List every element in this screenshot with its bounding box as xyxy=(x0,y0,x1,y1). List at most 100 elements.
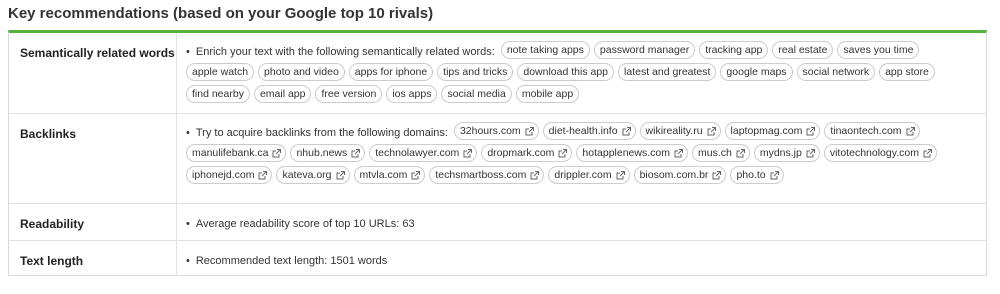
keyword-chip[interactable]: ios apps xyxy=(386,85,438,103)
domain-chip[interactable]: pho.to xyxy=(730,166,784,184)
keyword-chip-label: email app xyxy=(259,88,306,100)
keyword-chip-label: tracking app xyxy=(705,44,763,56)
external-link-icon[interactable] xyxy=(463,149,473,158)
keyword-chip[interactable]: google maps xyxy=(720,63,793,81)
domain-chip[interactable]: iphonejd.com xyxy=(186,166,273,184)
domain-chip-label: mydns.jp xyxy=(759,147,802,159)
domain-chip[interactable]: manulifebank.ca xyxy=(186,144,287,162)
external-link-icon[interactable] xyxy=(923,149,932,158)
domain-chip[interactable]: mydns.jp xyxy=(753,144,820,162)
domain-chip[interactable]: 32hours.com xyxy=(453,122,539,140)
domain-chip-label: nhub.news xyxy=(296,147,348,159)
keyword-chip-label: social network xyxy=(802,66,870,78)
keyword-chip-label: real estate xyxy=(778,44,828,56)
keyword-chip[interactable]: email app xyxy=(253,85,312,103)
keyword-chip[interactable]: latest and greatest xyxy=(618,63,717,81)
domain-chip-label: laptopmag.com xyxy=(730,125,803,137)
external-link-icon[interactable] xyxy=(336,171,345,180)
keyword-chip[interactable]: real estate xyxy=(772,41,834,59)
backlinks-content: • Try to acquire backlinks from the foll… xyxy=(186,122,978,188)
keyword-chip[interactable]: social network xyxy=(796,63,876,81)
keyword-chip[interactable]: tracking app xyxy=(699,41,769,59)
external-link-icon[interactable] xyxy=(770,171,779,180)
external-link-icon[interactable] xyxy=(525,127,534,136)
domain-chip[interactable]: technolawyer.com xyxy=(369,144,478,162)
bullet: • xyxy=(186,255,190,267)
domain-chip-label: kateva.org xyxy=(282,169,332,181)
domain-chip-label: iphonejd.com xyxy=(192,169,255,181)
keyword-chip[interactable]: download this app xyxy=(517,63,615,81)
external-link-icon[interactable] xyxy=(272,149,282,158)
keyword-chip[interactable]: apps for iphone xyxy=(348,63,434,81)
domain-chip-label: biosom.com.br xyxy=(639,169,709,181)
domain-chip[interactable]: mus.ch xyxy=(691,144,750,162)
keyword-chip-label: saves you time xyxy=(843,44,914,56)
row-label: Text length xyxy=(9,241,177,276)
row-text-length: Text length • Recommended text length: 15… xyxy=(9,241,986,276)
external-link-icon[interactable] xyxy=(806,127,816,136)
keyword-chip-label: mobile app xyxy=(521,88,574,100)
keyword-chip[interactable]: social media xyxy=(441,85,512,103)
section-title: Key recommendations (based on your Googl… xyxy=(8,5,434,22)
domain-chip[interactable]: laptopmag.com xyxy=(724,122,821,140)
domain-chip[interactable]: dropmark.com xyxy=(481,144,573,162)
domain-chip-label: manulifebank.ca xyxy=(192,147,269,159)
text-length-content: • Recommended text length: 1501 words xyxy=(186,249,978,267)
domain-chip-label: 32hours.com xyxy=(459,125,521,137)
keyword-chip-label: google maps xyxy=(726,66,787,78)
keyword-chip-label: social media xyxy=(447,88,506,100)
keyword-chip[interactable]: password manager xyxy=(593,41,696,59)
domain-chip-label: hotapplenews.com xyxy=(582,147,670,159)
keyword-chip-label: photo and video xyxy=(264,66,339,78)
keyword-chip-label: note taking apps xyxy=(506,44,584,56)
semantic-intro-text: Enrich your text with the following sema… xyxy=(195,46,495,58)
domain-chip[interactable]: drippler.com xyxy=(548,166,630,184)
row-label: Backlinks xyxy=(9,114,177,203)
external-link-icon[interactable] xyxy=(558,149,568,158)
keyword-chip[interactable]: mobile app xyxy=(515,85,580,103)
readability-content: • Average readability score of top 10 URL… xyxy=(186,212,978,230)
domain-chip[interactable]: biosom.com.br xyxy=(633,166,727,184)
external-link-icon[interactable] xyxy=(736,149,745,158)
keyword-chip[interactable]: photo and video xyxy=(258,63,345,81)
keyword-chip-label: latest and greatest xyxy=(624,66,711,78)
domain-chip[interactable]: kateva.org xyxy=(276,166,350,184)
external-link-icon[interactable] xyxy=(351,149,361,158)
keyword-chip[interactable]: apple watch xyxy=(186,63,255,81)
domain-chip[interactable]: wikireality.ru xyxy=(639,122,721,140)
keyword-chip[interactable]: app store xyxy=(879,63,935,81)
domain-chip[interactable]: hotapplenews.com xyxy=(576,144,688,162)
domain-chip-label: techsmartboss.com xyxy=(435,169,527,181)
keyword-chip-label: apple watch xyxy=(192,66,249,78)
external-link-icon[interactable] xyxy=(906,127,915,136)
keyword-chip[interactable]: free version xyxy=(315,85,383,103)
keyword-chip-label: free version xyxy=(321,88,377,100)
row-readability: Readability • Average readability score o… xyxy=(9,204,986,241)
external-link-icon[interactable] xyxy=(411,171,421,180)
domain-chip[interactable]: tinaontech.com xyxy=(824,122,920,140)
domain-chip-label: vitotechnology.com xyxy=(829,147,919,159)
domain-chip[interactable]: techsmartboss.com xyxy=(429,166,545,184)
keyword-chip[interactable]: note taking apps xyxy=(500,41,590,59)
text-length-text: Recommended text length: 1501 words xyxy=(195,255,388,267)
external-link-icon[interactable] xyxy=(616,171,625,180)
domain-chip-label: dropmark.com xyxy=(487,147,555,159)
external-link-icon[interactable] xyxy=(712,171,722,180)
domain-chip-label: drippler.com xyxy=(554,169,612,181)
domain-chip[interactable]: nhub.news xyxy=(290,144,366,162)
external-link-icon[interactable] xyxy=(674,149,683,158)
row-semantic-words: Semantically related words • Enrich your… xyxy=(9,33,986,114)
external-link-icon[interactable] xyxy=(530,171,540,180)
domain-chip[interactable]: diet-health.info xyxy=(542,122,636,140)
keyword-chip[interactable]: find nearby xyxy=(186,85,250,103)
external-link-icon[interactable] xyxy=(622,127,631,136)
row-label: Readability xyxy=(9,204,177,240)
domain-chip[interactable]: vitotechnology.com xyxy=(823,144,937,162)
external-link-icon[interactable] xyxy=(707,127,716,136)
domain-chip[interactable]: mtvla.com xyxy=(353,166,426,184)
keyword-chip[interactable]: tips and tricks xyxy=(437,63,514,81)
external-link-icon[interactable] xyxy=(258,171,268,180)
keyword-chip[interactable]: saves you time xyxy=(837,41,920,59)
semantic-words-content: • Enrich your text with the following se… xyxy=(186,41,978,107)
external-link-icon[interactable] xyxy=(806,149,815,158)
